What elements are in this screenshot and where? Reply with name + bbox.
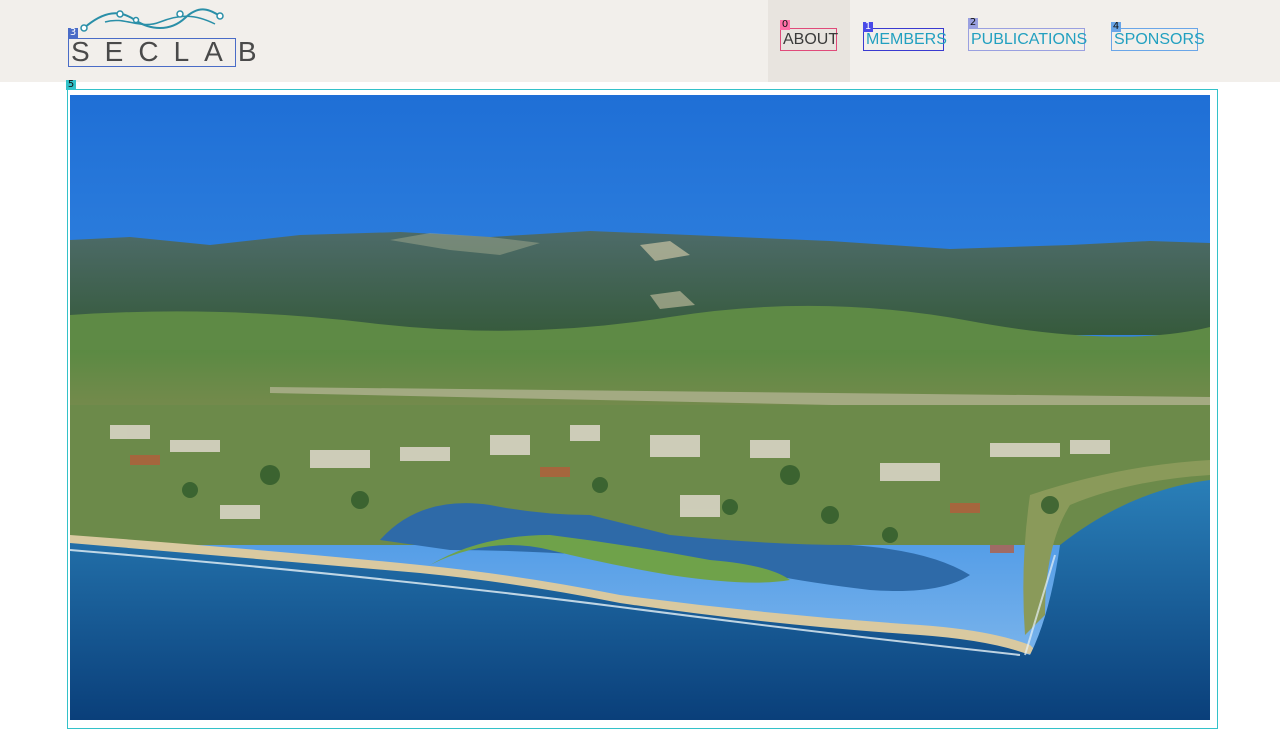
logo-network-icon [80,8,224,32]
site-header: SECLAB ABOUT MEMBERS PUBLICATIONS SPONSO… [0,0,1280,82]
nav-publications[interactable]: PUBLICATIONS [968,28,1087,51]
element-badge: 0 [780,19,790,30]
site-logo-link[interactable]: SECLAB [68,36,257,67]
element-badge: 2 [968,17,978,28]
nav-sponsors[interactable]: SPONSORS [1111,28,1205,51]
element-badge: 4 [1111,21,1121,32]
nav-about[interactable]: ABOUT [780,28,838,51]
element-badge: 1 [863,21,873,32]
campus-aerial-photo [70,95,1210,720]
campus-aerial-illustration [70,95,1210,720]
nav-members[interactable]: MEMBERS [863,28,947,51]
element-badge: 3 [68,27,78,38]
logo-text: SECLAB [71,36,272,67]
